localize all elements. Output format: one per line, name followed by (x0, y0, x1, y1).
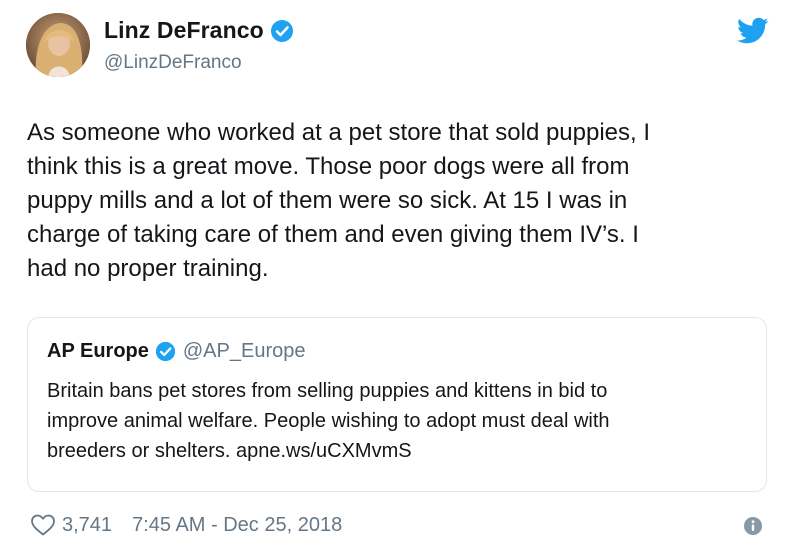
author-name-row[interactable]: Linz DeFranco (104, 17, 294, 44)
author-handle[interactable]: @LinzDeFranco (104, 52, 242, 74)
quoted-text: Britain bans pet stores from selling pup… (47, 380, 610, 462)
like-count[interactable]: 3,741 (62, 514, 112, 537)
info-icon[interactable] (742, 515, 764, 537)
heart-icon[interactable] (30, 513, 56, 537)
quoted-handle: @AP_Europe (182, 340, 306, 362)
twitter-bird-icon[interactable] (737, 17, 769, 45)
avatar[interactable] (26, 13, 90, 77)
tweet-footer: 3,741 7:45 AM - Dec 25, 2018 (30, 513, 342, 537)
tweet-text: As someone who worked at a pet store tha… (27, 119, 651, 282)
timestamp[interactable]: 7:45 AM - Dec 25, 2018 (132, 514, 342, 537)
verified-badge-icon (270, 19, 294, 43)
quoted-author-row: AP Europe @AP_Europe (47, 340, 305, 363)
author-display-name[interactable]: Linz DeFranco (104, 17, 264, 44)
verified-badge-icon (155, 341, 176, 362)
tweet-card: Linz DeFranco @LinzDeFranco As someone w… (0, 0, 800, 550)
quoted-display-name: AP Europe (47, 340, 149, 362)
quoted-tweet[interactable]: AP Europe @AP_Europe Britain bans pet st… (27, 317, 767, 492)
